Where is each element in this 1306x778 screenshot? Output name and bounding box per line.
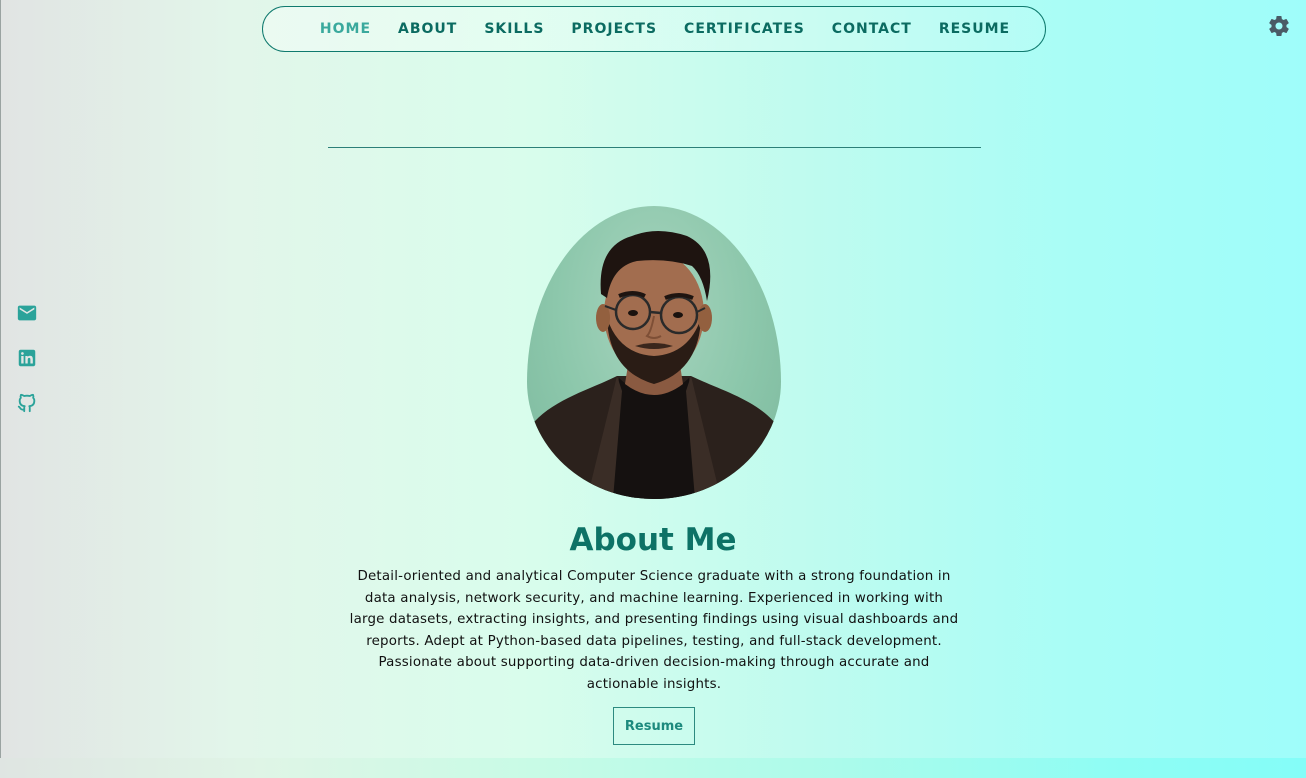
about-line: reports. Adept at Python-based data pipe…: [366, 633, 942, 649]
nav-resume[interactable]: RESUME: [939, 21, 1010, 37]
nav-projects[interactable]: PROJECTS: [571, 21, 657, 37]
nav-certificates[interactable]: CERTIFICATES: [684, 21, 805, 37]
footer-strip: [0, 758, 1306, 778]
about-line: actionable insights.: [586, 676, 722, 692]
about-line: data analysis, network security, and mac…: [364, 590, 944, 606]
email-icon[interactable]: [16, 302, 38, 324]
profile-photo: [527, 206, 781, 499]
window-edge: [0, 0, 1, 778]
main-navbar: HOME ABOUT SKILLS PROJECTS CERTIFICATES …: [262, 6, 1046, 52]
linkedin-icon[interactable]: [16, 347, 38, 369]
about-line: Passionate about supporting data-driven …: [378, 655, 930, 671]
github-icon[interactable]: [16, 392, 38, 414]
about-line: Detail-oriented and analytical Computer …: [357, 569, 951, 584]
nav-about[interactable]: ABOUT: [398, 21, 457, 37]
nav-contact[interactable]: CONTACT: [832, 21, 912, 37]
nav-home[interactable]: HOME: [320, 21, 371, 37]
section-divider: [328, 147, 981, 148]
gear-icon[interactable]: [1267, 14, 1291, 38]
about-description: Detail-oriented and analytical Computer …: [333, 566, 975, 696]
nav-skills[interactable]: SKILLS: [484, 21, 544, 37]
about-line: large datasets, extracting insights, and…: [349, 612, 959, 628]
resume-button[interactable]: Resume: [613, 707, 695, 745]
about-title: About Me: [569, 522, 737, 558]
